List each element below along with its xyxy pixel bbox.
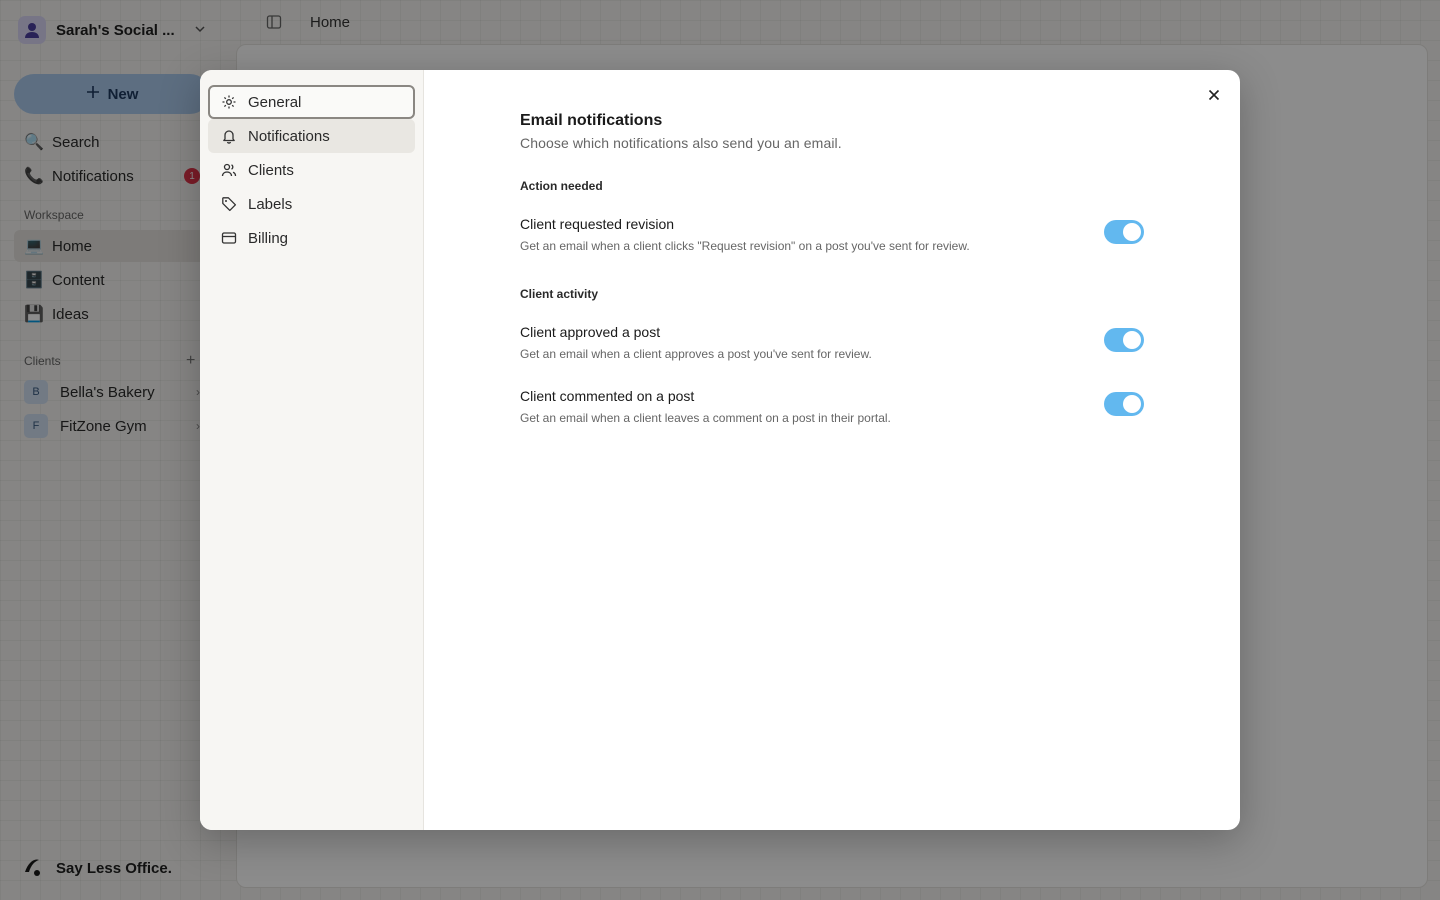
toggle-knob	[1123, 331, 1141, 349]
setting-description: Get an email when a client clicks "Reque…	[520, 239, 970, 253]
tag-icon	[220, 195, 238, 213]
settings-menu-label: General	[248, 93, 302, 111]
setting-description: Get an email when a client approves a po…	[520, 347, 872, 361]
toggle-client-commented-post[interactable]	[1104, 392, 1144, 416]
gear-icon	[220, 93, 238, 111]
settings-menu-label: Clients	[248, 161, 294, 179]
page-subtitle: Choose which notifications also send you…	[520, 135, 842, 151]
toggle-knob	[1123, 223, 1141, 241]
setting-description: Get an email when a client leaves a comm…	[520, 411, 891, 425]
settings-menu-clients[interactable]: Clients	[208, 153, 415, 187]
settings-menu-labels[interactable]: Labels	[208, 187, 415, 221]
group-label-action-needed: Action needed	[520, 179, 603, 193]
setting-row-client-commented-post: Client commented on a post Get an email …	[520, 388, 1144, 432]
setting-row-client-approved-post: Client approved a post Get an email when…	[520, 324, 1144, 368]
setting-title: Client approved a post	[520, 324, 661, 340]
email-notifications-section: Email notifications Choose which notific…	[520, 112, 1144, 425]
group-label-client-activity: Client activity	[520, 287, 599, 301]
credit-card-icon	[220, 229, 238, 247]
page-title: Email notifications	[520, 112, 663, 129]
setting-title: Client requested revision	[520, 216, 675, 232]
toggle-knob	[1123, 395, 1141, 413]
close-button[interactable]	[1202, 84, 1226, 108]
settings-menu: General Notifications Clients Labels Bil…	[200, 70, 424, 830]
close-icon	[1208, 89, 1220, 104]
settings-menu-label: Notifications	[248, 127, 330, 145]
bell-icon	[220, 127, 238, 145]
settings-panel: Email notifications Choose which notific…	[424, 70, 1240, 830]
users-icon	[220, 161, 238, 179]
setting-title: Client commented on a post	[520, 388, 695, 404]
settings-menu-general[interactable]: General	[208, 85, 415, 119]
toggle-client-approved-post[interactable]	[1104, 328, 1144, 352]
settings-modal: General Notifications Clients Labels Bil…	[200, 70, 1240, 830]
settings-menu-notifications[interactable]: Notifications	[208, 119, 415, 153]
settings-menu-billing[interactable]: Billing	[208, 221, 415, 255]
setting-row-client-requested-revision: Client requested revision Get an email w…	[520, 216, 1144, 260]
settings-menu-label: Billing	[248, 229, 289, 247]
settings-menu-label: Labels	[248, 195, 293, 213]
toggle-client-requested-revision[interactable]	[1104, 220, 1144, 244]
